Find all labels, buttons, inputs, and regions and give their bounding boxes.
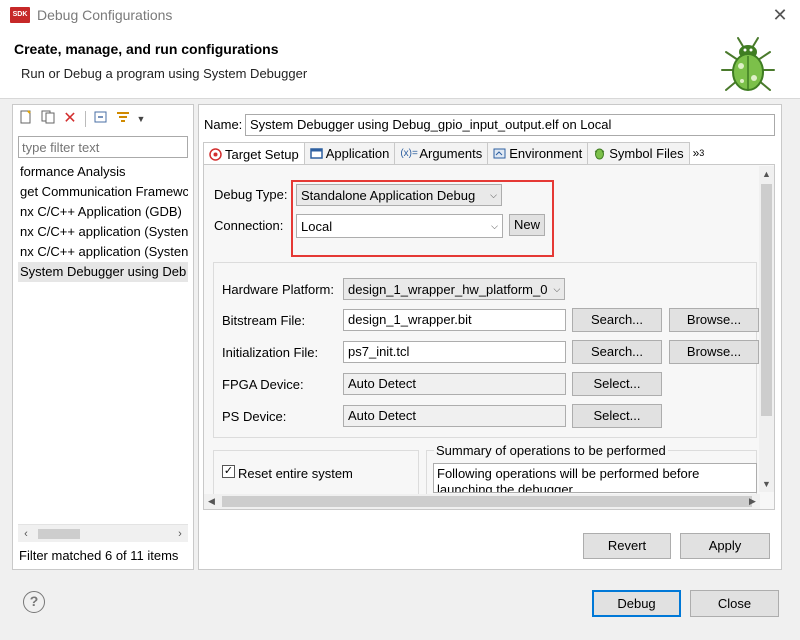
tree-horizontal-scrollbar[interactable]: ‹ › xyxy=(18,524,188,542)
tree-item-selected[interactable]: System Debugger using Deb xyxy=(18,262,188,282)
fpga-device-field: Auto Detect xyxy=(343,373,566,395)
debug-type-label: Debug Type: xyxy=(214,187,288,202)
tab-symbol-files[interactable]: Symbol Files xyxy=(587,142,690,164)
hardware-platform-value: design_1_wrapper_hw_platform_0 xyxy=(348,281,548,297)
ps-device-field: Auto Detect xyxy=(343,405,566,427)
fpga-device-label: FPGA Device: xyxy=(222,377,304,392)
tab-target-setup[interactable]: Target Setup xyxy=(203,142,305,165)
ps-select-button[interactable]: Select... xyxy=(572,404,662,428)
target-icon xyxy=(209,147,222,161)
scroll-right-icon[interactable]: › xyxy=(172,525,188,543)
scroll-up-icon[interactable]: ▲ xyxy=(759,166,774,182)
init-browse-button[interactable]: Browse... xyxy=(669,340,759,364)
highlight-box xyxy=(291,180,554,257)
summary-text: Following operations will be performed b… xyxy=(433,463,757,493)
more-tabs-button[interactable]: » 3 xyxy=(689,142,709,164)
scroll-down-icon[interactable]: ▼ xyxy=(759,476,774,492)
chevron-down-icon: ⌵ xyxy=(553,283,561,294)
bitstream-field[interactable]: design_1_wrapper.bit xyxy=(343,309,566,331)
delete-icon[interactable]: ✕ xyxy=(61,110,79,128)
tab-label: Application xyxy=(325,146,390,161)
toolbar-separator xyxy=(85,111,86,127)
hardware-platform-select[interactable]: design_1_wrapper_hw_platform_0 ⌵ xyxy=(343,278,565,300)
init-search-button[interactable]: Search... xyxy=(572,340,662,364)
tab-label: Environment xyxy=(509,146,583,161)
filter-input[interactable] xyxy=(18,136,188,158)
bitstream-search-button[interactable]: Search... xyxy=(572,308,662,332)
tab-label: Symbol Files xyxy=(609,146,684,161)
scroll-left-icon[interactable]: ◀ xyxy=(204,494,219,509)
environment-icon xyxy=(493,148,506,159)
tree-item[interactable]: nx C/C++ application (Systen xyxy=(18,242,188,262)
scroll-thumb[interactable] xyxy=(38,529,80,539)
new-config-icon[interactable] xyxy=(17,110,35,128)
scroll-thumb[interactable] xyxy=(222,496,752,507)
filter-icon[interactable] xyxy=(114,110,132,128)
bitstream-browse-button[interactable]: Browse... xyxy=(669,308,759,332)
dropdown-arrow-icon[interactable]: ▼ xyxy=(136,110,146,128)
duplicate-icon[interactable] xyxy=(39,110,57,128)
fpga-select-button[interactable]: Select... xyxy=(572,372,662,396)
filter-status: Filter matched 6 of 11 items xyxy=(19,548,179,563)
panel-horizontal-scrollbar[interactable]: ◀ ▶ xyxy=(204,494,760,509)
hardware-platform-label: Hardware Platform: xyxy=(222,282,334,297)
init-file-field[interactable]: ps7_init.tcl xyxy=(343,341,566,363)
close-window-icon[interactable]: ✕ xyxy=(768,3,792,27)
configuration-tree: formance Analysis get Communication Fram… xyxy=(18,162,188,522)
name-field[interactable]: System Debugger using Debug_gpio_input_o… xyxy=(245,114,775,136)
connection-label: Connection: xyxy=(214,218,284,233)
tab-application[interactable]: Application xyxy=(303,142,396,164)
debug-button[interactable]: Debug xyxy=(592,590,681,617)
arguments-icon: (x)= xyxy=(400,148,418,159)
name-label: Name: xyxy=(204,117,243,132)
header-title: Create, manage, and run configurations xyxy=(14,41,279,57)
more-tabs-count: 3 xyxy=(699,148,705,158)
tree-item[interactable]: get Communication Framewc xyxy=(18,182,188,202)
tab-arguments[interactable]: (x)= Arguments xyxy=(394,142,489,164)
bug-icon xyxy=(721,37,775,91)
panel-vertical-scrollbar[interactable]: ▲ ▼ xyxy=(759,166,774,492)
window-title: Debug Configurations xyxy=(37,7,173,23)
tree-item[interactable]: nx C/C++ Application (GDB) xyxy=(18,202,188,222)
scroll-right-icon[interactable]: ▶ xyxy=(745,494,760,509)
symbol-files-icon xyxy=(594,148,605,160)
reset-label: Reset entire system xyxy=(238,466,353,481)
ps-device-label: PS Device: xyxy=(222,409,287,424)
apply-button[interactable]: Apply xyxy=(680,533,770,559)
tab-label: Arguments xyxy=(419,146,483,161)
help-icon[interactable]: ? xyxy=(23,591,45,613)
app-icon: SDK xyxy=(10,7,30,23)
collapse-all-icon[interactable] xyxy=(92,110,110,128)
tab-environment[interactable]: Environment xyxy=(487,142,589,164)
close-button[interactable]: Close xyxy=(690,590,779,617)
tree-item[interactable]: nx C/C++ application (Systen xyxy=(18,222,188,242)
configurations-toolbar: ✕ ▼ xyxy=(17,110,146,128)
init-file-label: Initialization File: xyxy=(222,345,319,360)
header-subtitle: Run or Debug a program using System Debu… xyxy=(21,66,308,81)
scroll-left-icon[interactable]: ‹ xyxy=(18,525,34,543)
config-tabs: Target Setup Application (x)= Arguments … xyxy=(203,142,775,165)
application-icon xyxy=(309,148,323,159)
tree-item[interactable]: formance Analysis xyxy=(18,162,188,182)
summary-title: Summary of operations to be performed xyxy=(434,443,668,458)
revert-button[interactable]: Revert xyxy=(583,533,671,559)
tab-label: Target Setup xyxy=(225,146,299,162)
scroll-thumb[interactable] xyxy=(761,184,772,416)
reset-checkbox[interactable]: ✓ xyxy=(222,465,235,478)
bitstream-label: Bitstream File: xyxy=(222,313,306,328)
